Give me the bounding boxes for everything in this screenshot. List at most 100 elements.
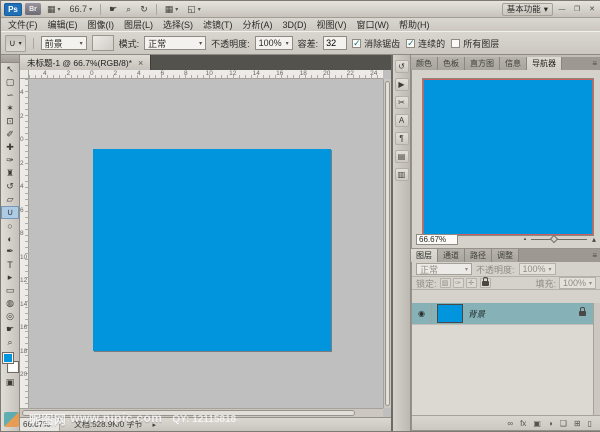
lock-icon-lock-paint-icon[interactable]: ✑ [453, 278, 464, 288]
panel-tab[interactable]: 通道 [438, 249, 465, 262]
zoom-in-icon[interactable]: ▴ [592, 235, 596, 244]
tool-button-crop-tool[interactable]: ⊡ [1, 115, 19, 128]
navigator-zoom-slider[interactable] [531, 235, 587, 244]
panel-tab[interactable]: 图层 [411, 249, 438, 262]
tool-button-hand-tool[interactable]: ☛ [1, 323, 19, 336]
tool-button-pen-tool[interactable]: ✒ [1, 245, 19, 258]
slider-thumb[interactable] [550, 234, 558, 242]
tool-button-type-tool[interactable]: T [1, 258, 19, 271]
menu-item[interactable]: 选择(S) [158, 18, 198, 31]
status-zoom-field[interactable]: 66.67% [20, 418, 60, 431]
tool-button-paint-bucket-tool[interactable]: ∪ [1, 206, 19, 219]
layers-action-icon-new-layer-icon[interactable]: ⊞ [574, 419, 581, 428]
rotate-view-button[interactable]: ↻ [137, 3, 151, 16]
ruler-origin-corner[interactable] [20, 70, 29, 79]
tool-button-clone-stamp-tool[interactable]: ♜ [1, 167, 19, 180]
quick-mask-button[interactable]: ▣ [1, 376, 19, 389]
zoom-level-dropdown[interactable]: 66.7 ▾ [67, 3, 96, 16]
close-button[interactable]: ✕ [586, 4, 598, 15]
tool-button-magic-wand-tool[interactable]: ✶ [1, 102, 19, 115]
tool-button-healing-brush-tool[interactable]: ✚ [1, 141, 19, 154]
menu-item[interactable]: 3D(D) [278, 20, 312, 30]
checkbox-box[interactable] [352, 39, 361, 48]
panel-icon-clone-source-panel-icon[interactable]: ✂ [395, 96, 409, 109]
layers-action-icon-adjustment-layer-icon[interactable]: ◑ [548, 419, 553, 428]
zoom-tool-button[interactable]: ⌕ [123, 3, 134, 16]
navigator-proxy-preview[interactable] [423, 79, 593, 235]
tool-button-rectangular-marquee-tool[interactable]: ▢ [1, 76, 19, 89]
opacity-dropdown[interactable]: 100% ▾ [255, 36, 293, 50]
panel-tab[interactable]: 调整 [492, 249, 519, 262]
panel-icon-layer-comps-panel-icon[interactable]: ▤ [395, 150, 409, 163]
hand-tool-button[interactable]: ☛ [106, 3, 120, 16]
menu-item[interactable]: 滤镜(T) [198, 18, 238, 31]
layer-row-背景[interactable]: ◉ 背景 [412, 303, 593, 325]
panel-icon-paragraph-panel-icon[interactable]: ¶ [395, 132, 409, 145]
background-color-swatch[interactable] [8, 362, 18, 372]
layers-action-icon-link-layers-icon[interactable]: ∞ [507, 419, 513, 428]
panel-tab[interactable]: 路径 [465, 249, 492, 262]
lock-all-icon[interactable] [480, 278, 491, 288]
layer-thumbnail[interactable] [437, 304, 463, 323]
panel-icon-history-panel-icon[interactable]: ↺ [395, 60, 409, 73]
layers-opacity-dropdown[interactable]: 100% ▾ [519, 263, 556, 275]
layers-action-icon-layer-style-icon[interactable]: fx [520, 419, 526, 428]
tool-button-lasso-tool[interactable]: ∽ [1, 89, 19, 102]
minimize-button[interactable]: — [556, 4, 568, 15]
tool-button-blur-tool[interactable]: ○ [1, 219, 19, 232]
option-checkbox[interactable]: 消除锯齿 [352, 37, 400, 50]
status-menu-arrow-icon[interactable]: ▸ [152, 421, 156, 429]
foreground-color-swatch[interactable] [3, 353, 13, 363]
scrollbar-thumb[interactable] [22, 410, 355, 416]
document-tab[interactable]: 未标题-1 @ 66.7%(RGB/8)* × [20, 55, 151, 70]
navigator-zoom-field[interactable]: 66.67% [416, 234, 458, 245]
mode-dropdown[interactable]: 正常 ▾ [144, 36, 206, 50]
tools-panel-header[interactable] [1, 55, 19, 63]
menu-item[interactable]: 文件(F) [3, 18, 43, 31]
tool-button-shape-tool[interactable]: ▭ [1, 284, 19, 297]
screen-mode-button[interactable]: ◱ ▾ [184, 3, 204, 16]
tool-button-eraser-tool[interactable]: ▱ [1, 193, 19, 206]
tool-preset-picker[interactable]: ∪ ▾ [5, 35, 26, 52]
menu-item[interactable]: 编辑(E) [43, 18, 83, 31]
arrange-documents-button[interactable]: ▦ ▾ [162, 3, 182, 16]
layers-action-icon-add-mask-icon[interactable]: ▣ [533, 419, 541, 428]
close-icon[interactable]: × [138, 58, 143, 68]
menu-item[interactable]: 帮助(H) [394, 18, 435, 31]
tool-button-eyedropper-tool[interactable]: ✐ [1, 128, 19, 141]
view-extras-button[interactable]: ▦ ▾ [44, 3, 64, 16]
checkbox-box[interactable] [406, 39, 415, 48]
panel-menu-icon[interactable]: ≡ [588, 57, 600, 70]
tool-button-move-tool[interactable]: ↖ [1, 63, 19, 76]
tool-button-dodge-tool[interactable]: ◐ [1, 232, 19, 245]
checkbox-box[interactable] [451, 39, 460, 48]
tool-button-history-brush-tool[interactable]: ↺ [1, 180, 19, 193]
menu-item[interactable]: 分析(A) [238, 18, 278, 31]
panel-tab[interactable]: 信息 [500, 57, 527, 70]
fill-source-dropdown[interactable]: 前景 ▾ [41, 36, 87, 50]
blend-mode-dropdown[interactable]: 正常 ▾ [416, 263, 472, 275]
panel-tab[interactable]: 直方图 [465, 57, 500, 70]
vertical-scrollbar[interactable] [383, 79, 391, 408]
zoom-out-icon[interactable]: ▴ [524, 236, 527, 242]
panel-tab[interactable]: 颜色 [411, 57, 438, 70]
workspace-switcher[interactable]: 基本功能 ▾ [502, 3, 553, 16]
layer-name[interactable]: 背景 [468, 308, 579, 320]
menu-item[interactable]: 图像(I) [83, 18, 120, 31]
panel-tab[interactable]: 色板 [438, 57, 465, 70]
layers-scrollbar[interactable] [593, 303, 600, 415]
option-checkbox[interactable]: 连续的 [406, 37, 445, 50]
horizontal-scrollbar[interactable] [20, 408, 383, 417]
panel-icon-character-panel-icon[interactable]: A [395, 114, 409, 127]
tool-button-brush-tool[interactable]: ✑ [1, 154, 19, 167]
lock-icon-lock-transparency-icon[interactable]: ▨ [440, 278, 451, 288]
fill-dropdown[interactable]: 100% ▾ [559, 277, 596, 289]
canvas-document[interactable] [93, 149, 331, 351]
bridge-button[interactable]: Br [25, 3, 41, 15]
menu-item[interactable]: 窗口(W) [352, 18, 395, 31]
horizontal-ruler[interactable]: 4202468101214161820222426 [29, 70, 383, 79]
layers-action-icon-delete-layer-icon[interactable]: ▯ [588, 419, 592, 428]
menu-item[interactable]: 视图(V) [312, 18, 352, 31]
tolerance-input[interactable] [323, 36, 347, 50]
option-checkbox[interactable]: 所有图层 [451, 37, 499, 50]
